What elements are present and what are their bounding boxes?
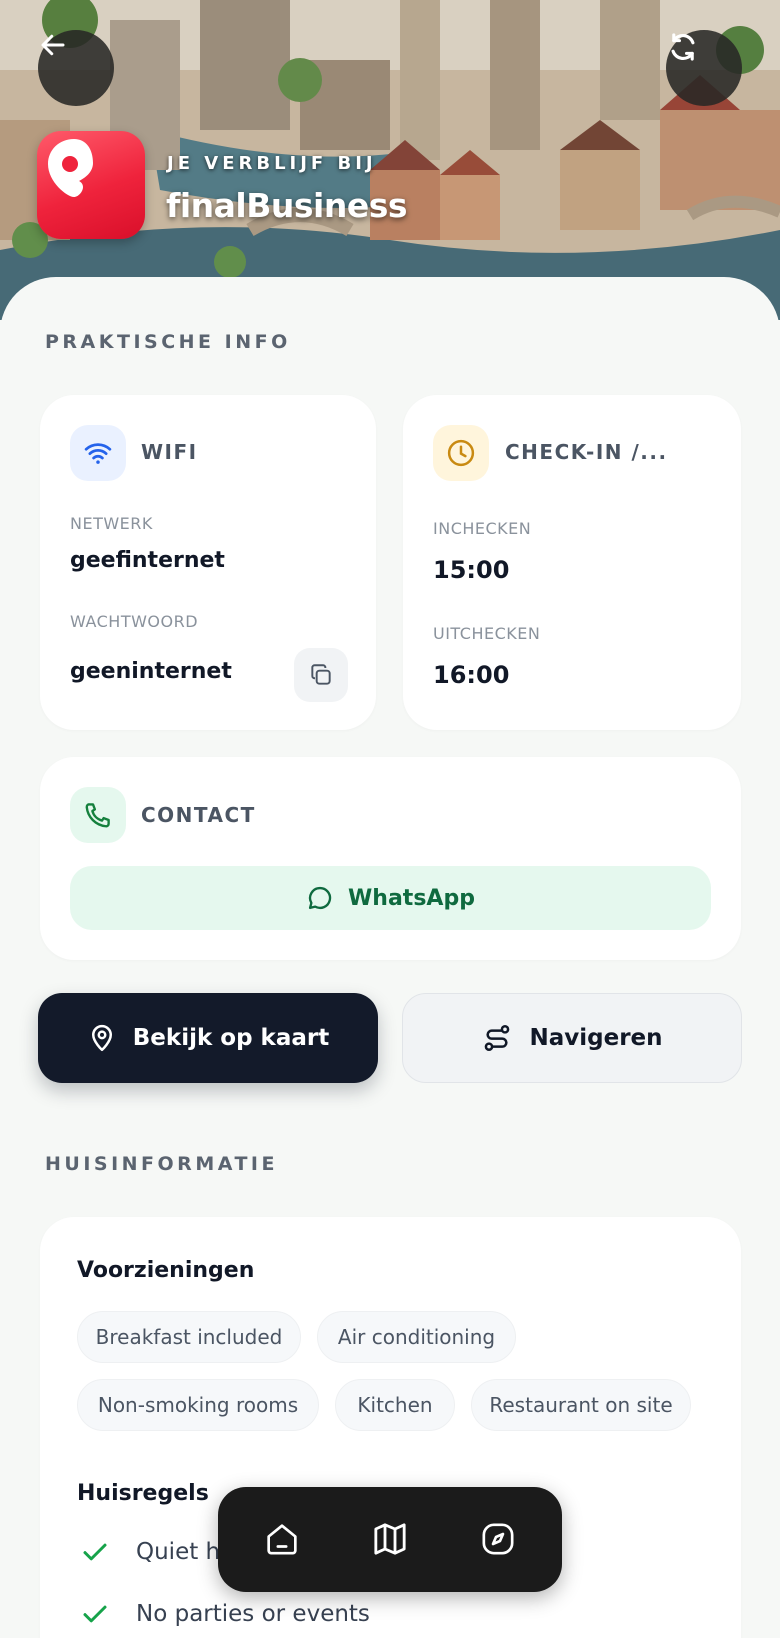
copy-icon	[311, 664, 331, 685]
checkin-label: INCHECKEN	[433, 519, 532, 538]
section-title-practical: PRAKTISCHE INFO	[45, 331, 291, 353]
house-rule-item: No parties or events	[80, 1599, 370, 1629]
route-icon	[485, 1025, 510, 1052]
wifi-heading: WIFI	[141, 440, 198, 464]
wifi-icon	[84, 443, 112, 464]
navigate-label: Navigeren	[529, 1025, 663, 1051]
wifi-icon-tile	[70, 425, 126, 481]
navigate-button[interactable]: Navigeren	[402, 993, 742, 1083]
view-on-map-label: Bekijk op kaart	[132, 1025, 330, 1051]
home-icon	[267, 1524, 297, 1555]
clock-icon-tile	[433, 425, 489, 481]
whatsapp-label: WhatsApp	[348, 885, 475, 911]
network-label: NETWERK	[70, 514, 153, 533]
amenity-chip: Restaurant on site	[471, 1379, 691, 1431]
view-on-map-button[interactable]: Bekijk op kaart	[38, 993, 378, 1083]
compass-icon	[482, 1523, 514, 1555]
amenities-title: Voorzieningen	[77, 1258, 255, 1283]
clock-icon	[447, 439, 475, 467]
amenity-chip: Kitchen	[335, 1379, 455, 1431]
chat-icon	[308, 886, 332, 910]
hero-banner: JE VERBLIJF BIJ finalBusiness	[0, 0, 780, 320]
tab-map[interactable]	[364, 1513, 416, 1565]
tab-home[interactable]	[256, 1513, 308, 1565]
check-icon	[83, 1605, 107, 1623]
business-name: finalBusiness	[166, 186, 408, 225]
password-label: WACHTWOORD	[70, 612, 199, 631]
checkout-label: UITCHECKEN	[433, 624, 541, 643]
phone-icon-tile	[70, 787, 126, 843]
bottom-tab-bar	[218, 1487, 562, 1592]
checkin-heading: CHECK-IN /...	[505, 440, 668, 464]
map-icon	[374, 1523, 406, 1555]
amenity-chip: Non-smoking rooms	[77, 1379, 319, 1431]
amenity-chip: Air conditioning	[317, 1311, 516, 1363]
refresh-button[interactable]	[666, 30, 742, 106]
tab-explore[interactable]	[472, 1513, 524, 1565]
pin-logo-icon	[48, 139, 93, 197]
check-icon	[83, 1543, 107, 1561]
amenity-chip: Breakfast included	[77, 1311, 301, 1363]
copy-password-button[interactable]	[294, 648, 348, 702]
business-logo	[37, 131, 145, 239]
section-title-house: HUISINFORMATIE	[45, 1153, 278, 1175]
map-pin-icon	[91, 1024, 112, 1052]
house-rules-title: Huisregels	[77, 1481, 209, 1506]
arrow-left-icon	[41, 34, 65, 56]
back-button[interactable]	[38, 30, 114, 106]
checkin-time: 15:00	[433, 556, 510, 584]
checkout-time: 16:00	[433, 661, 510, 689]
password-value: geeninternet	[70, 659, 232, 684]
phone-icon	[85, 803, 110, 828]
network-value: geefinternet	[70, 548, 225, 573]
whatsapp-button[interactable]: WhatsApp	[70, 866, 711, 930]
refresh-icon	[671, 33, 695, 61]
stay-label: JE VERBLIJF BIJ	[167, 153, 377, 174]
contact-heading: CONTACT	[141, 803, 256, 827]
house-rule-label: No parties or events	[136, 1601, 370, 1627]
